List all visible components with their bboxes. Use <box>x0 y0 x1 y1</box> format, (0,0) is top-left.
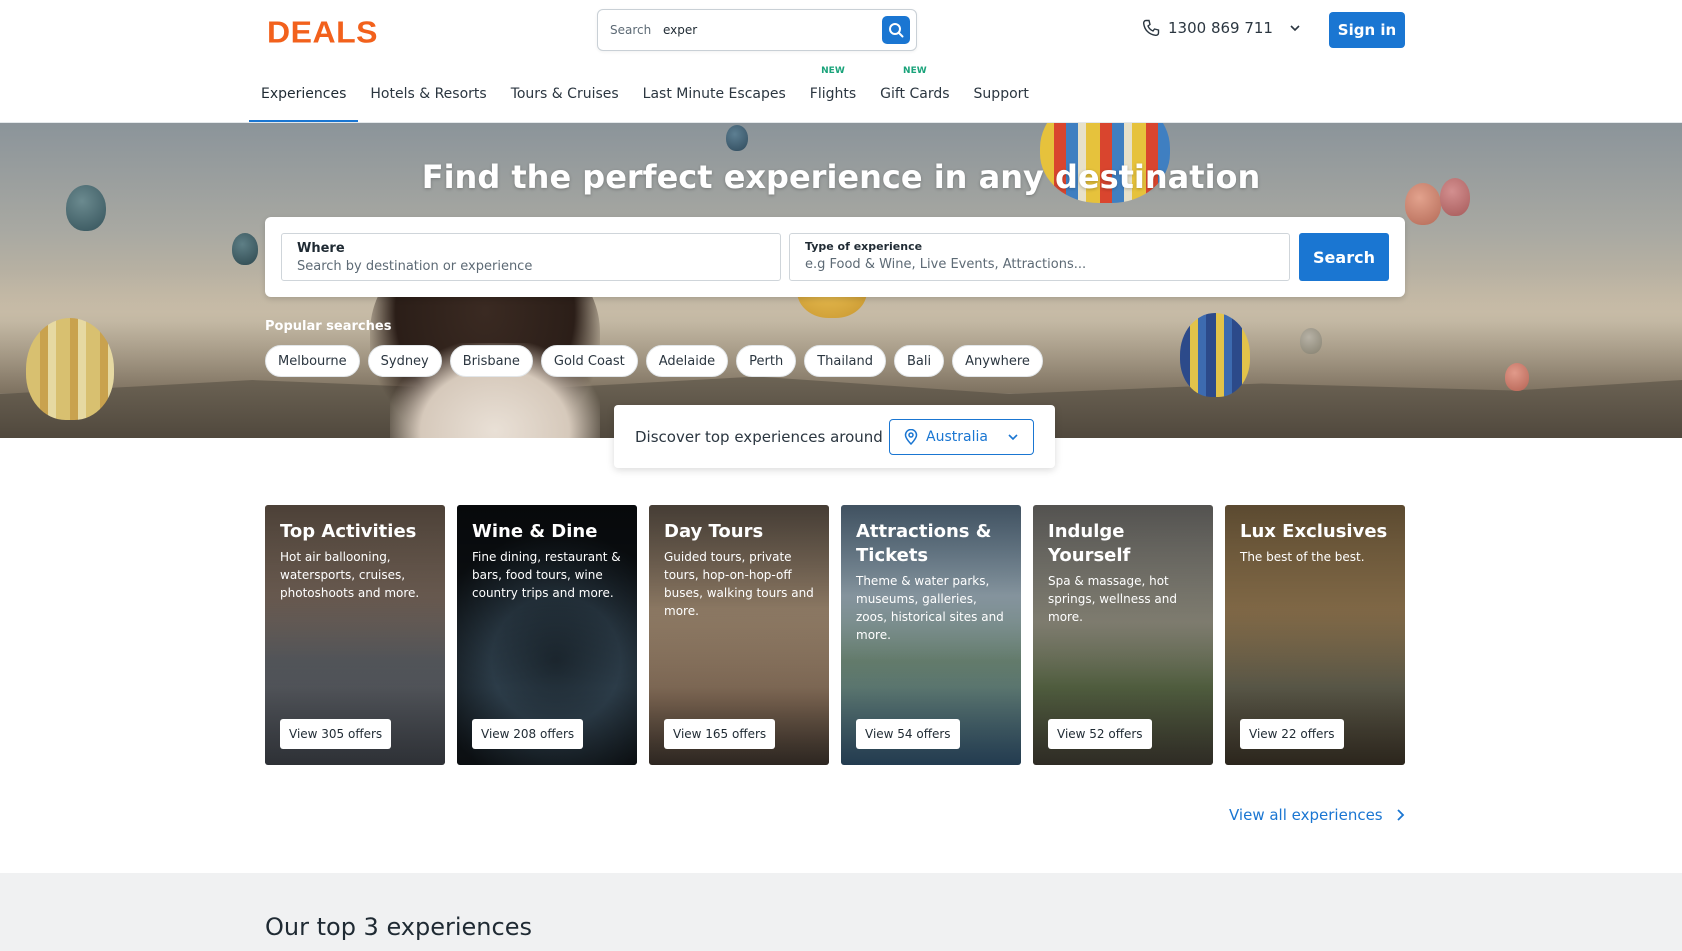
nav-experiences[interactable]: Experiences <box>249 64 359 123</box>
balloon-image <box>26 318 114 420</box>
balloon-image <box>726 125 748 151</box>
nav-label: Tours & Cruises <box>510 85 619 102</box>
view-offers-button[interactable]: View 22 offers <box>1240 719 1344 749</box>
balloon-image <box>1300 328 1322 354</box>
card-description: Guided tours, private tours, hop-on-hop-… <box>664 550 814 618</box>
balloon-image <box>1180 313 1250 397</box>
chip-bali[interactable]: Bali <box>894 345 945 377</box>
nav-label: Support <box>973 85 1029 102</box>
nav-label: Hotels & Resorts <box>370 85 487 102</box>
nav-last-minute-escapes[interactable]: Last Minute Escapes <box>631 64 798 123</box>
category-card-top-activities[interactable]: Top Activities Hot air ballooning, water… <box>265 505 445 765</box>
card-title: Wine & Dine <box>472 521 598 542</box>
experience-type-label: Type of experience <box>805 240 923 253</box>
card-description: Hot air ballooning, watersports, cruises… <box>280 550 420 600</box>
view-offers-button[interactable]: View 54 offers <box>856 719 960 749</box>
country-selector[interactable]: Australia <box>889 419 1034 455</box>
experience-type-placeholder: e.g Food & Wine, Live Events, Attraction… <box>805 257 1087 272</box>
top-experiences-section: Our top 3 experiences <box>0 873 1682 951</box>
category-card-wine-dine[interactable]: Wine & Dine Fine dining, restaurant & ba… <box>457 505 637 765</box>
card-description: Theme & water parks, museums, galleries,… <box>856 574 1004 642</box>
chip-gold-coast[interactable]: Gold Coast <box>540 345 638 377</box>
card-description: Fine dining, restaurant & bars, food tou… <box>472 550 621 600</box>
card-description: Spa & massage, hot springs, wellness and… <box>1048 574 1177 624</box>
chevron-down-icon <box>1008 434 1018 441</box>
category-card-attractions-tickets[interactable]: Attractions & Tickets Theme & water park… <box>841 505 1021 765</box>
view-all-label: View all experiences <box>1229 806 1383 824</box>
view-offers-button[interactable]: View 165 offers <box>664 719 776 749</box>
card-title: Lux Exclusives <box>1240 521 1388 542</box>
discover-text: Discover top experiences around <box>635 428 883 446</box>
where-label: Where <box>297 241 345 256</box>
nav-gift-cards[interactable]: NEW Gift Cards <box>868 64 961 123</box>
chip-brisbane[interactable]: Brisbane <box>449 345 533 377</box>
search-icon <box>889 23 904 38</box>
category-card-day-tours[interactable]: Day Tours Guided tours, private tours, h… <box>649 505 829 765</box>
new-badge: NEW <box>903 66 927 76</box>
header-search-label: Search <box>610 23 652 37</box>
popular-searches: Melbourne Sydney Brisbane Gold Coast Ade… <box>265 345 1043 377</box>
experience-search-form: Where Search by destination or experienc… <box>265 217 1405 297</box>
chip-sydney[interactable]: Sydney <box>367 345 442 377</box>
chevron-down-icon <box>1290 25 1300 32</box>
where-field[interactable]: Where Search by destination or experienc… <box>281 233 781 281</box>
chip-perth[interactable]: Perth <box>736 345 797 377</box>
sign-in-button[interactable]: Sign in <box>1329 12 1405 48</box>
main-nav: Experiences Hotels & Resorts Tours & Cru… <box>249 64 1041 123</box>
category-cards: Top Activities Hot air ballooning, water… <box>265 505 1405 765</box>
chip-thailand[interactable]: Thailand <box>804 345 887 377</box>
chip-melbourne[interactable]: Melbourne <box>265 345 360 377</box>
country-value: Australia <box>926 429 988 445</box>
chevron-right-icon <box>1396 809 1404 821</box>
view-all-experiences-link[interactable]: View all experiences <box>1229 806 1405 824</box>
chip-adelaide[interactable]: Adelaide <box>645 345 729 377</box>
phone-icon <box>1142 19 1160 37</box>
chip-anywhere[interactable]: Anywhere <box>952 345 1043 377</box>
header-search-input[interactable]: Search exper <box>597 9 917 51</box>
header-search-button[interactable] <box>882 16 910 44</box>
discover-location-bar: Discover top experiences around Australi… <box>614 405 1055 468</box>
new-badge: NEW <box>821 66 845 76</box>
category-card-indulge-yourself[interactable]: Indulge Yourself Spa & massage, hot spri… <box>1033 505 1213 765</box>
location-pin-icon <box>904 429 918 445</box>
nav-label: Last Minute Escapes <box>642 85 786 102</box>
nav-label: Gift Cards <box>880 85 950 102</box>
section-title: Our top 3 experiences <box>265 913 532 941</box>
phone-menu[interactable]: 1300 869 711 <box>1142 19 1301 37</box>
experience-type-field[interactable]: Type of experience e.g Food & Wine, Live… <box>789 233 1290 281</box>
view-offers-button[interactable]: View 52 offers <box>1048 719 1152 749</box>
balloon-image <box>1505 363 1529 391</box>
header-search-value[interactable]: exper <box>663 23 697 37</box>
phone-number[interactable]: 1300 869 711 <box>1168 19 1273 37</box>
balloon-image <box>232 233 258 265</box>
where-placeholder: Search by destination or experience <box>297 259 533 274</box>
category-card-lux-exclusives[interactable]: Lux Exclusives The best of the best. Vie… <box>1225 505 1405 765</box>
card-title: Top Activities <box>280 521 417 542</box>
card-description: The best of the best. <box>1240 550 1365 564</box>
card-title: Attractions & Tickets <box>856 521 992 566</box>
nav-support[interactable]: Support <box>962 64 1041 123</box>
view-offers-button[interactable]: View 208 offers <box>472 719 584 749</box>
nav-hotels-resorts[interactable]: Hotels & Resorts <box>358 64 498 123</box>
view-offers-button[interactable]: View 305 offers <box>280 719 392 749</box>
card-title: Day Tours <box>664 521 764 542</box>
nav-label: Flights <box>809 85 857 102</box>
site-logo[interactable]: DEALS <box>267 15 378 50</box>
nav-label: Experiences <box>261 85 347 102</box>
card-title: Indulge Yourself <box>1048 521 1131 566</box>
nav-tours-cruises[interactable]: Tours & Cruises <box>499 64 631 123</box>
search-button[interactable]: Search <box>1299 233 1389 281</box>
popular-searches-label: Popular searches <box>265 319 392 334</box>
hero-title: Find the perfect experience in any desti… <box>421 158 1261 196</box>
nav-flights[interactable]: NEW Flights <box>798 64 868 123</box>
